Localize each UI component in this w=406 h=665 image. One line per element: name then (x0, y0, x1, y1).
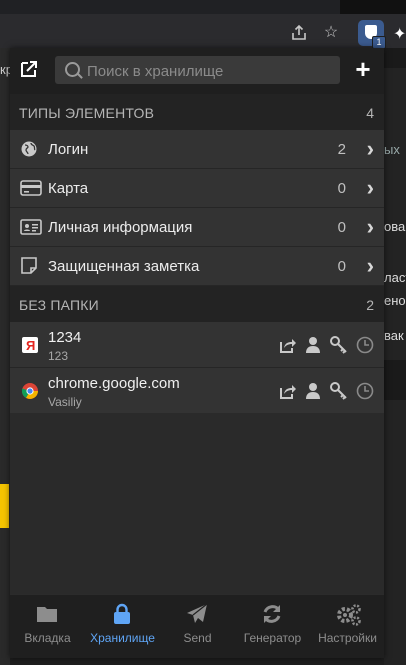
section-title: ТИПЫ ЭЛЕМЕНТОВ (19, 105, 155, 121)
section-title: БЕЗ ПАПКИ (19, 297, 99, 313)
chevron-right-icon: › (366, 136, 374, 161)
popup-header: + (10, 48, 384, 94)
chevron-right-icon: › (366, 253, 374, 278)
type-count: 0 (337, 258, 346, 275)
clock-icon[interactable] (356, 382, 374, 400)
type-label: Защищенная заметка (48, 258, 200, 275)
copy-password-key-icon[interactable] (330, 336, 348, 354)
page-fragment: ова (384, 219, 406, 234)
page-background-right (384, 48, 406, 665)
item-actions (278, 382, 374, 400)
no-folder-section-header: БЕЗ ПАПКИ 2 (10, 286, 384, 322)
section-count: 4 (366, 105, 374, 121)
paper-plane-icon (186, 603, 208, 625)
tab-vault[interactable]: Хранилище (85, 595, 160, 658)
search-box[interactable] (55, 56, 340, 86)
type-count: 0 (337, 180, 346, 197)
share-icon[interactable] (290, 24, 308, 42)
refresh-icon (261, 603, 283, 625)
type-label: Логин (48, 141, 89, 158)
chrome-icon (21, 383, 38, 399)
page-fragment: ласт (384, 270, 406, 285)
tab-generator[interactable]: Генератор (235, 595, 310, 658)
yandex-icon: Я (22, 337, 38, 353)
page-background-left (0, 48, 10, 665)
id-card-icon (20, 218, 42, 236)
cogs-icon (336, 603, 361, 626)
svg-text:Я: Я (26, 338, 35, 353)
chevron-right-icon: › (366, 214, 374, 239)
browser-tab-strip (0, 0, 340, 14)
add-item-button[interactable]: + (352, 56, 374, 82)
bitwarden-popup: + ТИПЫ ЭЛЕМЕНТОВ 4 Логин 2 › Карта 0 › Л… (10, 48, 384, 658)
tab-label: Вкладка (24, 631, 71, 645)
item-name[interactable]: 1234 (48, 329, 81, 346)
bitwarden-extension-button[interactable]: 1 (358, 20, 386, 49)
types-section-header: ТИПЫ ЭЛЕМЕНТОВ 4 (10, 94, 384, 130)
lock-icon (111, 603, 133, 625)
copy-username-icon[interactable] (304, 382, 322, 400)
extensions-puzzle-icon[interactable]: ✦ (393, 24, 406, 44)
tab-label: Генератор (243, 631, 302, 645)
browser-tab-strip-right (340, 0, 406, 14)
note-icon (20, 257, 40, 275)
search-icon (65, 62, 80, 77)
type-label: Личная информация (48, 219, 193, 236)
tab-current-tab[interactable]: Вкладка (10, 595, 85, 658)
launch-icon[interactable] (278, 382, 296, 400)
type-row-login[interactable]: Логин 2 › (10, 130, 384, 169)
tab-send[interactable]: Send (160, 595, 235, 658)
vault-item[interactable]: Я 1234 123 (10, 322, 384, 368)
bottom-tab-bar: Вкладка Хранилище Send Генератор Настрой… (10, 594, 384, 658)
tab-label: Send (183, 631, 212, 645)
type-row-identity[interactable]: Личная информация 0 › (10, 208, 384, 247)
copy-username-icon[interactable] (304, 336, 322, 354)
item-username: Vasiliy (48, 395, 82, 409)
folder-icon (36, 603, 58, 625)
tab-label: Хранилище (90, 631, 155, 645)
page-fragment: ых (384, 142, 400, 157)
credit-card-icon (20, 179, 42, 197)
launch-icon[interactable] (278, 336, 296, 354)
vault-list-empty-area (10, 413, 384, 594)
tab-settings[interactable]: Настройки (310, 595, 384, 658)
item-name[interactable]: chrome.google.com (48, 375, 180, 392)
section-count: 2 (366, 297, 374, 313)
type-label: Карта (48, 180, 89, 197)
type-row-secure-note[interactable]: Защищенная заметка 0 › (10, 247, 384, 286)
pop-out-icon[interactable] (18, 58, 40, 80)
globe-icon (20, 140, 40, 158)
item-actions (278, 336, 374, 354)
bookmark-star-icon[interactable]: ☆ (322, 24, 340, 42)
copy-password-key-icon[interactable] (330, 382, 348, 400)
page-fragment: ено (384, 293, 406, 308)
page-yellow-element (0, 484, 9, 528)
search-input[interactable] (85, 56, 334, 86)
browser-toolbar: ☆ 1 ✦ (0, 0, 406, 49)
type-row-card[interactable]: Карта 0 › (10, 169, 384, 208)
vault-item[interactable]: chrome.google.com Vasiliy (10, 368, 384, 414)
chevron-right-icon: › (366, 175, 374, 200)
page-fragment: вак (384, 328, 404, 343)
item-username: 123 (48, 349, 69, 363)
type-count: 2 (337, 141, 346, 158)
type-count: 0 (337, 219, 346, 236)
clock-icon[interactable] (356, 336, 374, 354)
tab-label: Настройки (318, 631, 377, 645)
